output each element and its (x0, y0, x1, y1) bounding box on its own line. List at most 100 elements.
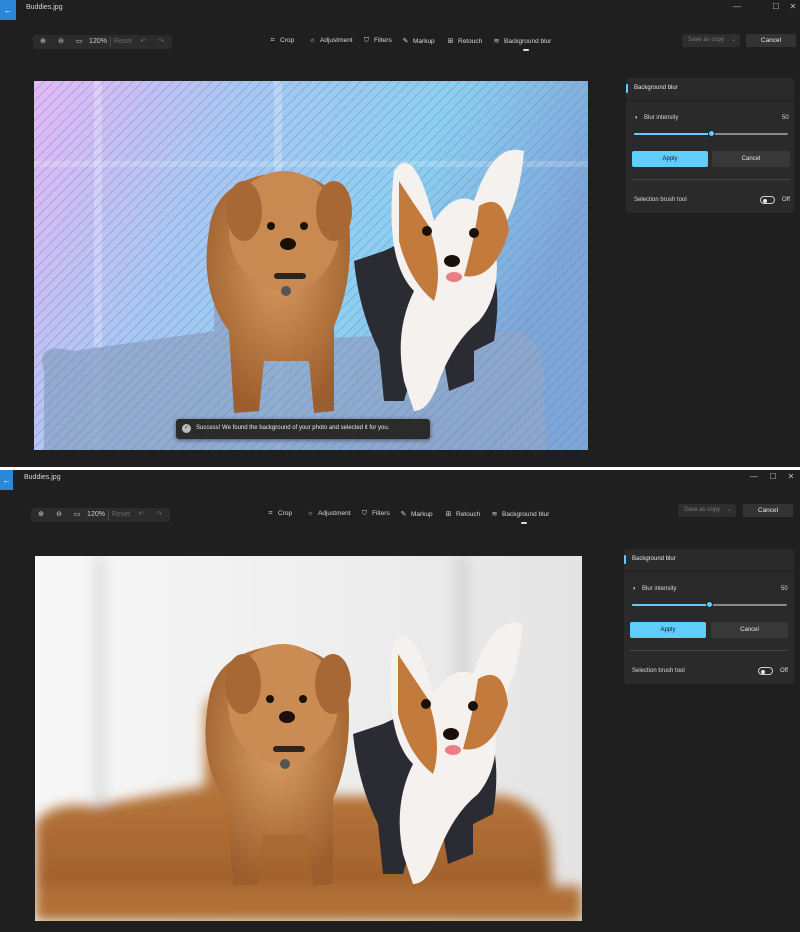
reset-button[interactable]: Reset (113, 35, 133, 49)
crop-icon: ⌗ (268, 510, 273, 517)
markup-icon: ✎ (400, 511, 407, 518)
tab-filters-label: Filters (372, 510, 390, 517)
panel-accent-bar (624, 555, 626, 564)
retouch-icon: ⊞ (445, 511, 452, 518)
maximize-button[interactable]: ☐ (769, 2, 783, 11)
contrast-icon: ◑ (632, 586, 636, 592)
back-arrow-icon: ← (2, 475, 11, 485)
tab-markup[interactable]: ✎ Markup (399, 510, 433, 518)
background-blur-panel: Background blur ◑ Blur intensity 50 Apply… (624, 549, 794, 684)
tab-background-blur[interactable]: ≋ Background blur (490, 510, 550, 518)
toast-message: Success! We found the background of your… (196, 425, 390, 431)
photo-with-blurred-background (35, 556, 582, 921)
back-arrow-icon: ← (3, 5, 13, 15)
apply-button[interactable]: Apply (632, 151, 708, 167)
zoom-out-icon[interactable]: ⊖ (53, 508, 65, 522)
tab-background-blur[interactable]: ≋ Background blur (492, 37, 552, 45)
blur-intensity-slider[interactable] (634, 130, 788, 137)
zoom-controls: ⊕ ⊖ ▭ 120% Reset ↶ ↷ (31, 508, 170, 522)
tab-markup[interactable]: ✎ Markup (401, 37, 435, 45)
panel-divider (630, 650, 788, 651)
panel-title: Background blur (632, 556, 676, 562)
panel-header: Background blur (626, 78, 794, 101)
slider-fill (632, 604, 710, 606)
undo-icon[interactable]: ↶ (135, 508, 147, 522)
selection-brush-toggle[interactable] (758, 667, 773, 675)
panel-accent-bar (626, 84, 628, 93)
tab-background-blur-label: Background blur (504, 38, 552, 45)
fit-to-window-icon[interactable]: ▭ (73, 35, 85, 49)
toolbar-divider (108, 510, 109, 520)
zoom-out-icon[interactable]: ⊖ (55, 35, 67, 49)
background-blur-icon: ≋ (493, 38, 500, 45)
save-as-copy-button[interactable]: Save as copy ⌄ (678, 504, 736, 517)
save-as-copy-button[interactable]: Save as copy ⌄ (682, 34, 740, 47)
tab-adjustment[interactable]: ☼ Adjustment (308, 37, 353, 44)
zoom-in-icon[interactable]: ⊕ (37, 35, 49, 49)
retouch-icon: ⊞ (447, 38, 454, 45)
chevron-down-icon[interactable]: ⌄ (727, 504, 732, 517)
panel-cancel-button[interactable]: Cancel (712, 151, 790, 167)
zoom-level[interactable]: 120% (85, 508, 107, 522)
tab-adjustment[interactable]: ☼ Adjustment (306, 510, 350, 517)
blur-intensity-value: 50 (782, 115, 789, 121)
tab-filters[interactable]: ⛉ Filters (360, 510, 390, 518)
slider-thumb[interactable] (707, 130, 715, 137)
back-button[interactable]: ← (0, 470, 13, 490)
close-button[interactable]: ✕ (786, 2, 800, 11)
photo-with-selection (34, 81, 588, 450)
selection-brush-label: Selection brush tool (632, 668, 685, 674)
panel-divider (632, 179, 790, 180)
redo-icon[interactable]: ↷ (153, 508, 165, 522)
contrast-icon: ◑ (634, 115, 638, 121)
back-button[interactable]: ← (0, 0, 16, 20)
edit-toolbar: ⊕ ⊖ ▭ 120% Reset ↶ ↷ ⌗ Crop ☼ Adjustment ⛉… (0, 31, 800, 53)
background-blur-icon: ≋ (491, 511, 498, 518)
blur-intensity-slider[interactable] (632, 601, 787, 608)
photo-canvas-blurred[interactable] (35, 556, 582, 921)
tab-crop[interactable]: ⌗ Crop (266, 510, 293, 518)
crop-icon: ⌗ (270, 37, 275, 44)
title-bar: ← Buddies.jpg — ☐ ✕ (0, 0, 800, 20)
tab-adjustment-label: Adjustment (320, 37, 353, 44)
window-title: Buddies.jpg (26, 4, 63, 11)
photos-window-selection: ← Buddies.jpg — ☐ ✕ ⊕ ⊖ ▭ 120% Reset ↶ ↷… (0, 0, 800, 467)
zoom-level[interactable]: 120% (87, 35, 109, 49)
tab-filters[interactable]: ⛉ Filters (362, 37, 392, 45)
reset-button[interactable]: Reset (111, 508, 131, 522)
slider-fill (634, 133, 711, 135)
tab-retouch[interactable]: ⊞ Retouch (446, 37, 483, 45)
maximize-button[interactable]: ☐ (766, 472, 780, 481)
cancel-edit-button[interactable]: Cancel (746, 34, 796, 47)
tab-markup-label: Markup (411, 511, 433, 518)
zoom-controls: ⊕ ⊖ ▭ 120% Reset ↶ ↷ (33, 35, 172, 49)
adjustment-icon: ☼ (307, 510, 314, 517)
filters-icon: ⛉ (363, 37, 370, 44)
fit-to-window-icon[interactable]: ▭ (71, 508, 83, 522)
slider-thumb[interactable] (706, 601, 713, 608)
blur-intensity-value: 50 (781, 586, 788, 592)
cancel-edit-button[interactable]: Cancel (743, 504, 793, 517)
minimize-button[interactable]: — (730, 2, 744, 11)
chevron-down-icon[interactable]: ⌄ (731, 34, 736, 47)
minimize-button[interactable]: — (747, 472, 761, 481)
background-blur-panel: Background blur ◑ Blur intensity 50 Apply… (626, 78, 794, 213)
panel-cancel-button[interactable]: Cancel (711, 622, 788, 638)
photo-canvas-selected[interactable] (34, 81, 588, 450)
blur-intensity-label: ◑ Blur intensity (632, 586, 676, 592)
tab-background-blur-label: Background blur (502, 511, 550, 518)
apply-button[interactable]: Apply (630, 622, 706, 638)
tab-retouch[interactable]: ⊞ Retouch (444, 510, 481, 518)
selection-brush-toggle[interactable] (760, 196, 775, 204)
panel-header: Background blur (624, 549, 794, 572)
close-button[interactable]: ✕ (784, 472, 798, 481)
undo-icon[interactable]: ↶ (137, 35, 149, 49)
tab-retouch-label: Retouch (458, 38, 483, 45)
zoom-in-icon[interactable]: ⊕ (35, 508, 47, 522)
tab-crop[interactable]: ⌗ Crop (268, 37, 295, 45)
redo-icon[interactable]: ↷ (155, 35, 167, 49)
tab-retouch-label: Retouch (456, 511, 481, 518)
markup-icon: ✎ (402, 38, 409, 45)
save-as-copy-label: Save as copy (684, 507, 721, 513)
window-title: Buddies.jpg (24, 474, 61, 481)
